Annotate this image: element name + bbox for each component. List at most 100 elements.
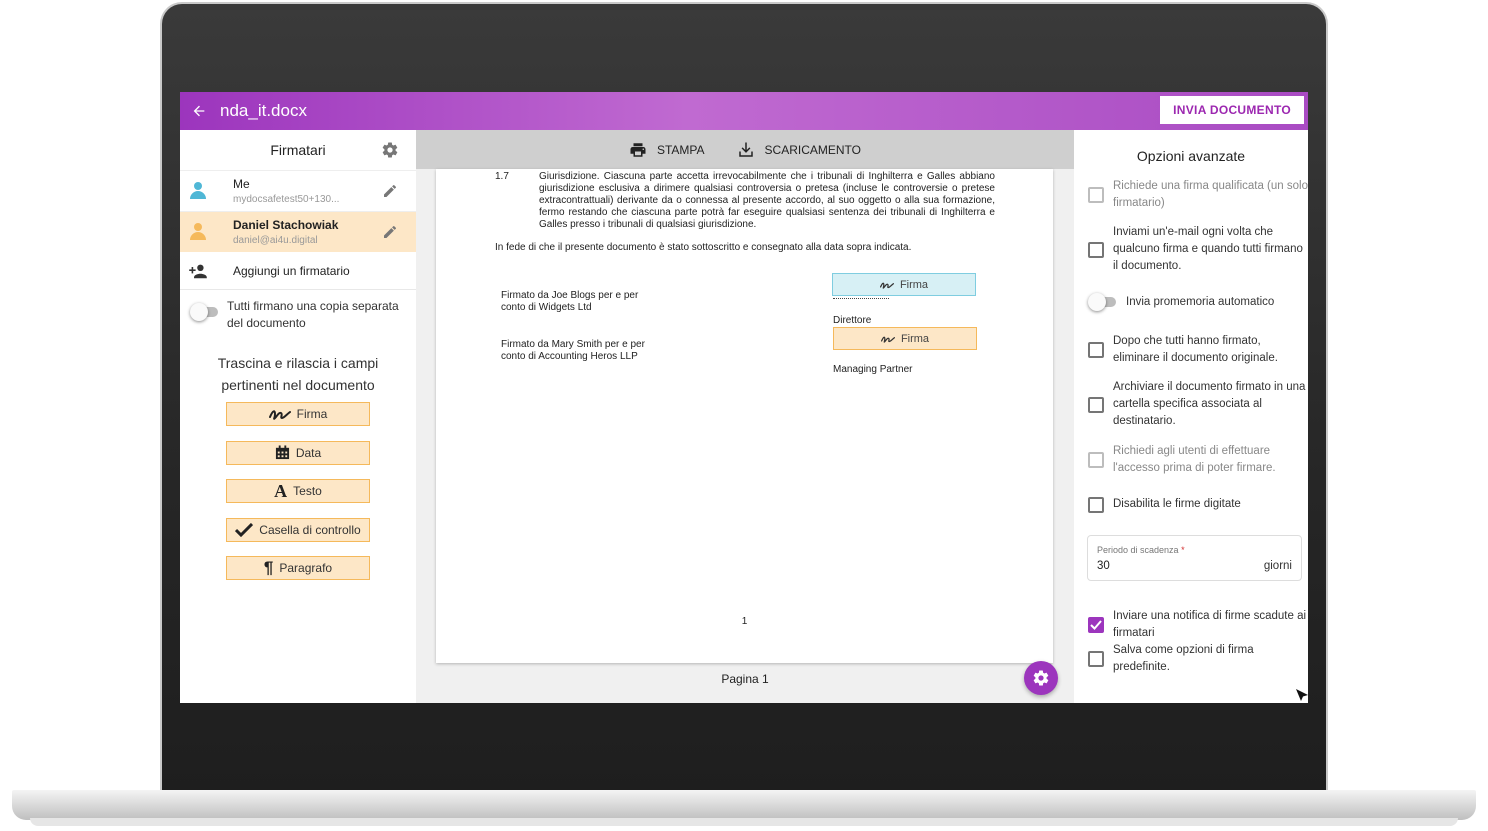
option-label: Archiviare il documento firmato in una c… xyxy=(1113,381,1306,427)
option-notify-expired[interactable]: Inviare una notifica di firme scadute ai… xyxy=(1088,608,1308,642)
edit-pencil-icon[interactable] xyxy=(382,183,398,199)
signer-email: daniel@ai4u.digital xyxy=(233,235,318,246)
field-text-button[interactable]: A Testo xyxy=(226,479,370,503)
check-icon xyxy=(1090,620,1102,630)
field-palette: Firma Data A Testo Casella di controllo … xyxy=(180,402,416,580)
clause-number: 1.7 xyxy=(495,171,509,182)
edit-pencil-icon[interactable] xyxy=(382,224,398,240)
field-label: Testo xyxy=(293,484,322,498)
option-disable-typed[interactable]: Disabilita le firme digitate xyxy=(1088,496,1308,513)
separate-copy-label: Tutti firmano una copia separata del doc… xyxy=(227,299,399,330)
checkbox[interactable] xyxy=(1088,452,1104,468)
option-label: Dopo che tutti hanno firmato, eliminare … xyxy=(1113,335,1278,364)
add-person-icon xyxy=(189,264,207,278)
checkbox[interactable] xyxy=(1088,187,1104,203)
field-label: Casella di controllo xyxy=(259,522,361,537)
clause-1-7: 1.7 Giurisdizione. Ciascuna parte accett… xyxy=(495,171,995,231)
clause-text: Giurisdizione. Ciascuna parte accetta ir… xyxy=(539,171,995,230)
document-page: 1.7 Giurisdizione. Ciascuna parte accett… xyxy=(436,169,1053,663)
separate-copy-row: Tutti firmano una copia separata del doc… xyxy=(180,290,416,340)
option-label: Invia promemoria automatico xyxy=(1126,295,1275,308)
download-button[interactable]: SCARICAMENTO xyxy=(737,141,861,159)
checkbox-checked[interactable] xyxy=(1088,617,1104,633)
back-arrow-icon[interactable] xyxy=(180,92,218,130)
option-archive-folder[interactable]: Archiviare il documento firmato in una c… xyxy=(1088,379,1308,430)
drag-hint: Trascina e rilascia i campi pertinenti n… xyxy=(217,355,379,393)
signature-field-me[interactable]: Firma xyxy=(832,273,976,296)
mouse-cursor-icon xyxy=(1296,689,1308,701)
witness-text: In fede di che il presente documento è s… xyxy=(495,242,912,253)
send-document-button[interactable]: INVIA DOCUMENTO xyxy=(1160,96,1304,124)
option-auto-reminder[interactable]: Invia promemoria automatico xyxy=(1088,292,1308,312)
print-label: STAMPA xyxy=(656,142,705,157)
page-number: 1 xyxy=(741,616,748,627)
option-save-default[interactable]: Salva come opzioni di firma predefinite. xyxy=(1088,642,1308,676)
field-checkbox-button[interactable]: Casella di controllo xyxy=(226,517,370,542)
signer-item-me[interactable]: Me mydocsafetest50+130... xyxy=(180,170,416,211)
option-email-notify[interactable]: Inviami un'e-mail ogni volta che qualcun… xyxy=(1088,224,1308,275)
option-qualified-signature[interactable]: Richiede una firma qualificata (un solo … xyxy=(1088,178,1308,212)
option-require-login[interactable]: Richiedi agli utenti di effettuare l'acc… xyxy=(1088,443,1308,477)
expiry-period-field[interactable]: Periodo di scadenza * 30 giorni xyxy=(1087,535,1302,581)
role-director: Direttore xyxy=(833,315,872,326)
checkbox[interactable] xyxy=(1088,651,1104,667)
advanced-options-title: Opzioni avanzate xyxy=(1136,148,1246,164)
option-delete-original[interactable]: Dopo che tutti hanno firmato, eliminare … xyxy=(1088,333,1308,367)
download-icon xyxy=(738,142,753,157)
signature-field-label: Firma xyxy=(899,278,929,291)
option-label: Disabilita le firme digitate xyxy=(1113,498,1241,510)
expiry-value[interactable]: 30 xyxy=(1097,560,1110,572)
field-date-button[interactable]: Data xyxy=(226,440,370,465)
signed-by-joe: Firmato da Joe Blogs per e per conto di … xyxy=(501,290,639,313)
auto-reminder-toggle[interactable] xyxy=(1088,292,1116,312)
document-viewer: STAMPA SCARICAMENTO 1.7 Giurisdizione. C… xyxy=(416,130,1074,703)
field-signature-button[interactable]: Firma xyxy=(226,402,370,426)
expiry-unit: giorni xyxy=(1263,560,1292,572)
top-bar: nda_it.docx INVIA DOCUMENTO xyxy=(180,92,1308,130)
checkbox[interactable] xyxy=(1088,342,1104,358)
gear-icon xyxy=(1033,670,1049,686)
checkbox[interactable] xyxy=(1088,396,1104,413)
text-icon: A xyxy=(274,480,288,501)
signature-line xyxy=(833,298,889,299)
print-button[interactable]: STAMPA xyxy=(629,141,705,159)
checkbox[interactable] xyxy=(1088,241,1104,258)
field-paragraph-button[interactable]: ¶ Paragrafo xyxy=(226,556,370,580)
download-label: SCARICAMENTO xyxy=(764,142,862,157)
signer-email: mydocsafetest50+130... xyxy=(233,194,340,205)
signers-panel: Firmatari Me mydocsafetest50+130... Dani… xyxy=(180,130,416,703)
signature-icon xyxy=(268,408,291,420)
settings-fab[interactable] xyxy=(1024,661,1058,695)
option-label: Richiedi agli utenti di effettuare l'acc… xyxy=(1113,445,1276,474)
checkmark-icon xyxy=(235,522,254,537)
signature-field-label: Firma xyxy=(900,332,930,345)
signature-field-daniel[interactable]: Firma xyxy=(833,327,977,350)
signer-item-daniel[interactable]: Daniel Stachowiak daniel@ai4u.digital xyxy=(180,211,416,252)
add-signer-button[interactable]: Aggiungi un firmatario xyxy=(180,252,416,290)
role-managing-partner: Managing Partner xyxy=(833,364,913,375)
signed-by-mary: Firmato da Mary Smith per e per conto di… xyxy=(501,339,645,362)
document-title: nda_it.docx xyxy=(220,101,307,120)
field-label: Paragrafo xyxy=(279,561,333,575)
calendar-icon xyxy=(275,445,290,460)
signers-title: Firmatari xyxy=(270,142,326,158)
option-label: Richiede una firma qualificata (un solo … xyxy=(1113,180,1308,209)
signature-icon xyxy=(879,281,894,289)
checkbox[interactable] xyxy=(1088,496,1104,513)
option-label: Inviare una notifica di firme scadute ai… xyxy=(1113,610,1307,639)
option-label: Salva come opzioni di firma predefinite. xyxy=(1113,644,1254,673)
laptop-base xyxy=(12,790,1476,820)
gear-icon[interactable] xyxy=(381,141,399,159)
printer-icon xyxy=(630,142,646,157)
person-icon xyxy=(190,182,206,200)
app-screen: nda_it.docx INVIA DOCUMENTO Firmatari Me… xyxy=(180,92,1308,703)
signers-header: Firmatari xyxy=(180,130,416,170)
page-label: Pagina 1 xyxy=(721,672,769,686)
separate-copy-toggle[interactable] xyxy=(190,302,218,322)
option-label: Inviami un'e-mail ogni volta che qualcun… xyxy=(1113,226,1303,272)
person-icon xyxy=(190,223,206,241)
expiry-caption: Periodo di scadenza * xyxy=(1097,545,1185,555)
viewer-toolbar: STAMPA SCARICAMENTO xyxy=(416,130,1074,169)
advanced-options-panel: Opzioni avanzate Richiede una firma qual… xyxy=(1074,130,1308,703)
add-signer-label: Aggiungi un firmatario xyxy=(233,263,350,278)
